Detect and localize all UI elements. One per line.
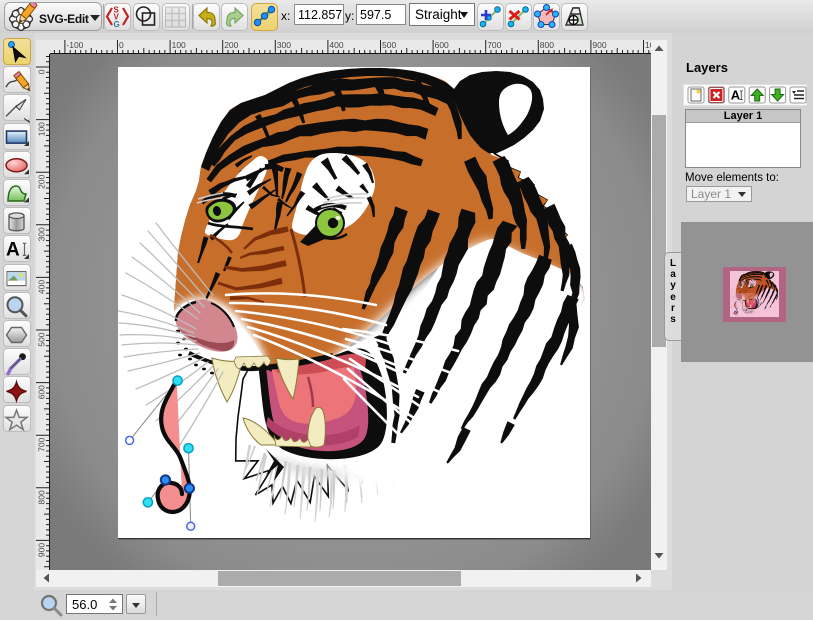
svg-text:-100: -100	[66, 40, 83, 50]
svg-text:700: 700	[487, 40, 501, 50]
svg-text:800: 800	[540, 40, 554, 50]
svg-text:500: 500	[37, 332, 47, 346]
svg-text:500: 500	[382, 40, 396, 50]
svg-text:A: A	[731, 88, 741, 103]
svg-text:A: A	[6, 239, 20, 260]
svg-text:600: 600	[435, 40, 449, 50]
svg-text:0: 0	[119, 40, 124, 50]
svg-text:300: 300	[37, 227, 47, 241]
svg-text:100: 100	[37, 122, 47, 136]
svg-text:300: 300	[277, 40, 291, 50]
svg-text:400: 400	[37, 280, 47, 294]
svg-text:400: 400	[329, 40, 343, 50]
svg-text:G: G	[114, 20, 120, 29]
svg-text:800: 800	[37, 490, 47, 504]
svg-text:100: 100	[172, 40, 186, 50]
svg-text:700: 700	[37, 437, 47, 451]
svg-text:900: 900	[37, 543, 47, 557]
svg-text:200: 200	[224, 40, 238, 50]
svg-text:600: 600	[37, 385, 47, 399]
svg-text:200: 200	[37, 174, 47, 188]
svg-text:900: 900	[592, 40, 606, 50]
svg-text:0: 0	[37, 69, 47, 74]
